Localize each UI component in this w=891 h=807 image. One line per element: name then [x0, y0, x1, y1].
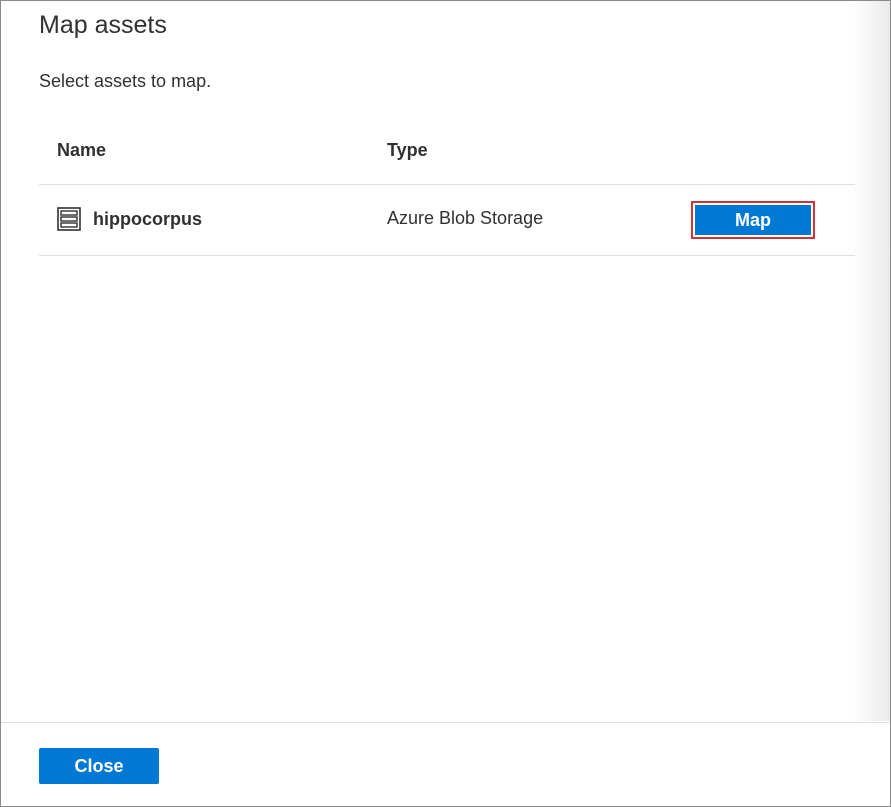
footer-divider — [1, 722, 890, 723]
map-button[interactable]: Map — [691, 201, 815, 239]
close-button[interactable]: Close — [39, 748, 159, 784]
asset-type: Azure Blob Storage — [387, 208, 544, 228]
dialog-title: Map assets — [39, 11, 167, 39]
asset-name: hippocorpus — [93, 208, 202, 229]
storage-container-icon — [57, 207, 81, 231]
map-assets-dialog: Map assets Select assets to map. Name Ty… — [0, 0, 891, 807]
assets-table: Name Type hippocorpus Azure Blob Storage… — [39, 131, 855, 256]
table-row: hippocorpus Azure Blob Storage Map — [39, 185, 855, 256]
table-header: Name Type — [39, 131, 855, 185]
map-button-label: Map — [695, 205, 811, 235]
column-header-type: Type — [387, 140, 428, 160]
panel-edge-shadow — [852, 1, 890, 721]
asset-name-cell: hippocorpus — [57, 207, 202, 231]
dialog-subtitle: Select assets to map. — [39, 71, 212, 91]
column-header-name: Name — [57, 140, 107, 160]
